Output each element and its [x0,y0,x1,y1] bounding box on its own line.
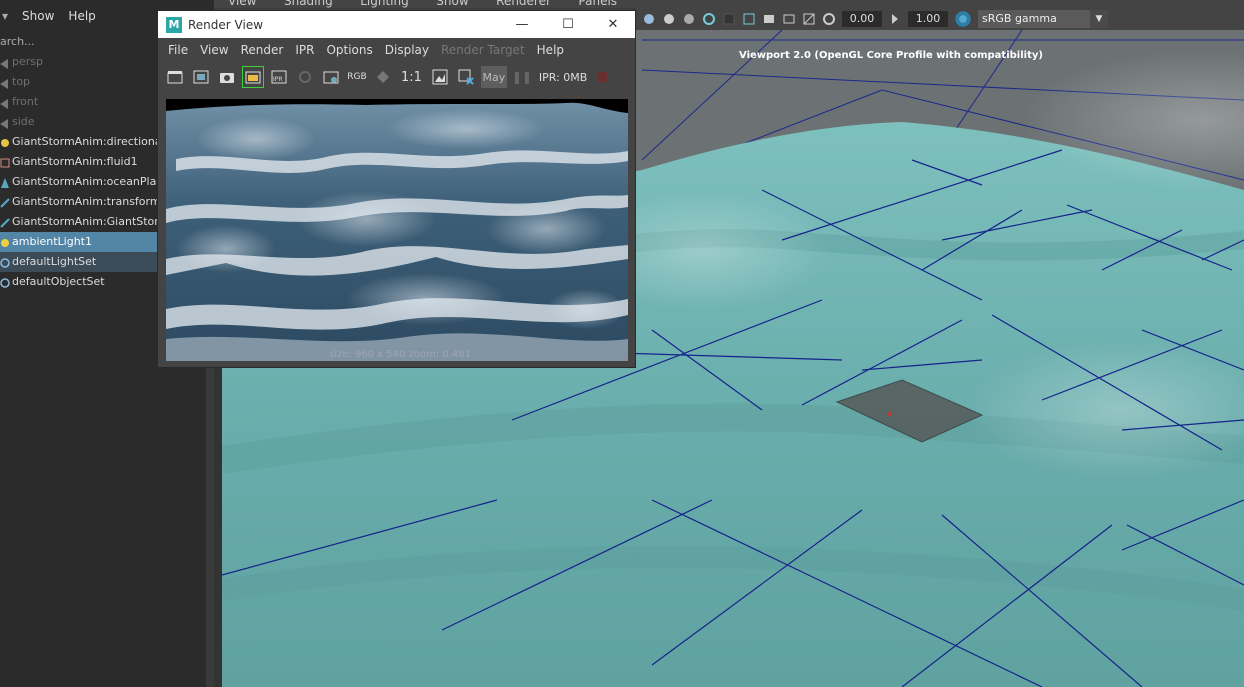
color-management-icon[interactable] [954,10,972,28]
camera-icon [0,96,10,109]
outliner-item-label: GiantStormAnim:directionalL [12,135,171,148]
remove-image-icon[interactable] [455,66,477,88]
rv-menu-render[interactable]: Render [235,43,290,57]
viewport-menu-panels[interactable]: Panels [578,0,617,8]
directional-light-icon [0,136,10,148]
svg-text:IPR: IPR [273,76,283,83]
chevron-down-icon: ▼ [1090,10,1108,28]
exposure-field[interactable]: 0.00 [842,11,882,27]
outliner-item-label: side [12,115,35,128]
viewport-menu-renderer[interactable]: Renderer [496,0,551,8]
viewport-menu-lighting[interactable]: Lighting [360,0,409,8]
rv-menu-ipr[interactable]: IPR [289,43,320,57]
isolate-icon[interactable] [702,12,716,26]
close-icon[interactable]: ✕ [590,11,636,38]
set-icon [0,276,10,288]
camera-icon [0,56,10,69]
refresh-ipr-icon[interactable] [294,66,316,88]
select-icon[interactable] [742,12,756,26]
shade-ball-icon[interactable] [642,12,656,26]
outliner-item-label: persp [12,55,43,68]
ocean-plane-icon [0,176,10,188]
viewport-menu-view[interactable]: View [228,0,256,8]
snapshot-icon[interactable] [216,66,238,88]
set-icon [0,256,10,268]
render-view-title: Render View [188,17,264,32]
viewport-menu-shading[interactable]: Shading [284,0,333,8]
outliner-item-label: defaultLightSet [12,255,97,268]
outliner-item-label: GiantStormAnim:GiantStorm [12,215,170,228]
stop-icon[interactable] [591,66,613,88]
outliner-item-label: GiantStormAnim:oceanPlane [12,175,171,188]
outliner-item-label: defaultObjectSet [12,275,105,288]
wire-ball-icon[interactable] [662,12,676,26]
light-ball-icon[interactable] [682,12,696,26]
ipr-render-icon[interactable] [242,66,264,88]
outliner-item-label: GiantStormAnim:transform1 [12,195,168,208]
exposure-icon[interactable] [822,12,836,26]
rv-menu-file[interactable]: File [162,43,194,57]
outliner-menu-help[interactable]: Help [68,9,95,23]
viewport-menu-show[interactable]: Show [436,0,468,8]
rgb-channel-button[interactable]: RGB [346,66,368,88]
rv-menu-render-target: Render Target [440,43,525,57]
outliner-menu-show[interactable]: Show [22,9,54,23]
real-size-button[interactable]: 1:1 [398,66,425,88]
transform-icon [0,216,10,228]
outliner-item-label: top [12,75,31,88]
resolution-gate-icon[interactable] [802,12,816,26]
ipr-icon[interactable]: IPR [268,66,290,88]
color-space-dropdown[interactable]: sRGB gamma ▼ [978,10,1108,28]
alpha-channel-icon[interactable] [372,66,394,88]
camera-attr-icon[interactable] [762,12,776,26]
redo-render-icon[interactable] [164,66,186,88]
outliner-item-label: ambientLight1 [12,235,92,248]
viewport-menubar: View Shading Lighting Show Renderer Pane… [214,0,1244,8]
rendered-image[interactable]: size: 960 x 540 zoom: 0.481 [166,99,628,361]
render-view-toolbar: IPR RGB 1:1 May ❚❚ IPR: 0MB [158,62,635,92]
rv-menu-view[interactable]: View [194,43,234,57]
renderer-selector[interactable]: May [480,66,507,88]
pause-icon[interactable]: ❚❚ [511,66,533,88]
camera-icon [0,76,10,89]
rendered-ocean-image [166,99,628,361]
rv-menu-display[interactable]: Display [379,43,435,57]
viewport-renderer-label: Viewport 2.0 (OpenGL Core Profile with c… [739,50,1043,61]
ambient-light-icon [0,236,10,248]
outliner-menu-arrow[interactable]: ▾ [2,9,8,23]
gamma-field[interactable]: 1.00 [908,11,948,27]
camera-icon [0,116,10,129]
maximize-icon[interactable]: ☐ [545,11,591,38]
render-region-icon[interactable] [190,66,212,88]
outliner-item-label: front [12,95,39,108]
display-snapshot-icon[interactable] [429,66,451,88]
render-view-menubar: File View Render IPR Options Display Ren… [158,38,635,62]
render-view-titlebar[interactable]: M Render View — ☐ ✕ [158,11,635,38]
viewport-toolbar: 0.00 1.00 sRGB gamma ▼ [636,8,1244,30]
gamma-icon[interactable] [888,12,902,26]
rv-menu-options[interactable]: Options [320,43,378,57]
render-settings-icon[interactable] [320,66,342,88]
outliner-item-label: GiantStormAnim:fluid1 [12,155,138,168]
maya-logo-icon: M [166,16,182,33]
minimize-icon[interactable]: — [499,11,545,38]
color-space-value: sRGB gamma [982,12,1057,25]
grid-toggle-icon[interactable] [722,12,736,26]
render-view-window: M Render View — ☐ ✕ File View Render IPR… [157,10,636,368]
fluid-icon [0,156,10,168]
image-size-info: size: 960 x 540 zoom: 0.481 [329,349,471,360]
rv-menu-help[interactable]: Help [531,43,570,57]
film-gate-icon[interactable] [782,12,796,26]
transform-icon [0,196,10,208]
ipr-memory-status: IPR: 0MB [538,70,588,84]
